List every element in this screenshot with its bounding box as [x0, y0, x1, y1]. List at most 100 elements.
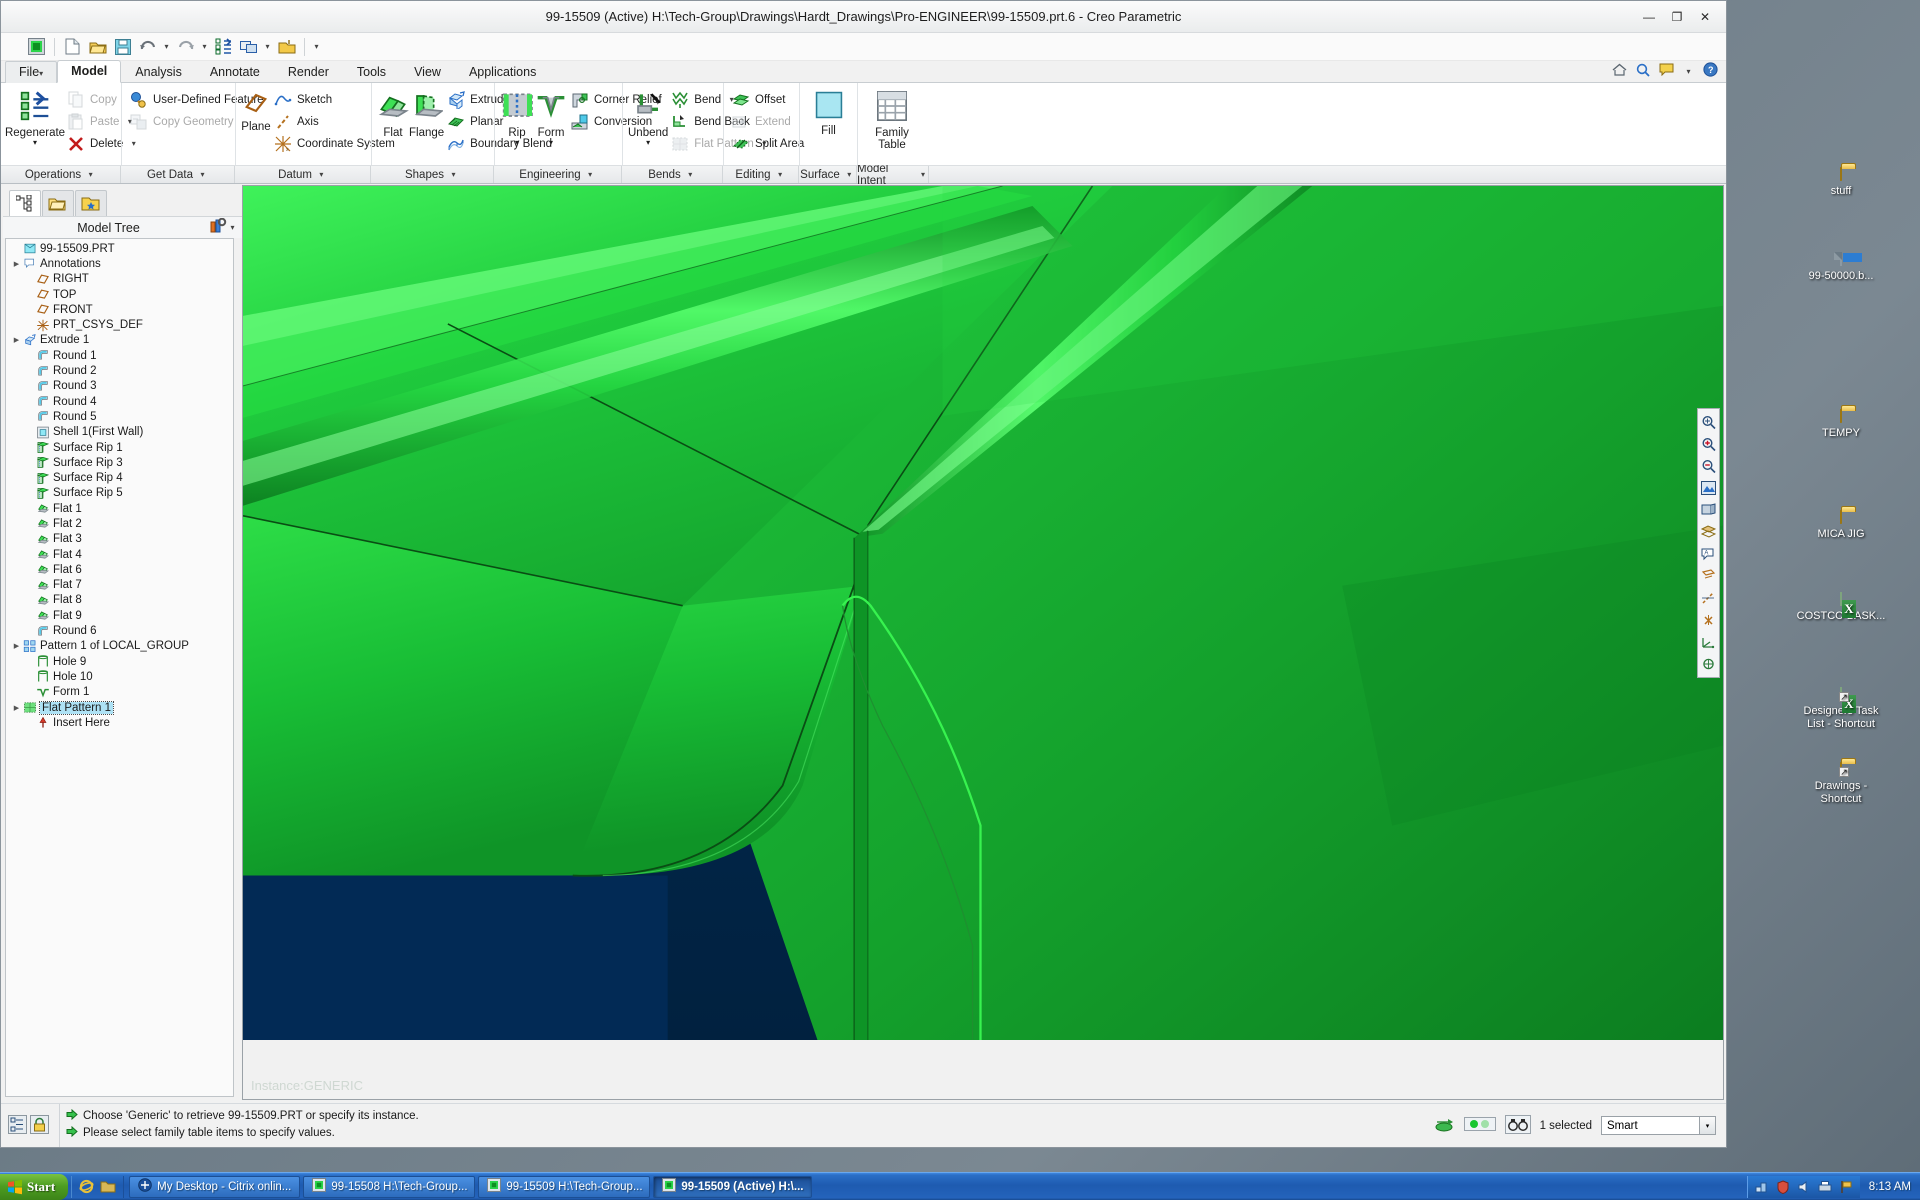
tree-node[interactable]: Shell 1(First Wall)	[8, 425, 233, 440]
start-button[interactable]: Start	[0, 1173, 69, 1200]
family-table-button[interactable]: Family Table	[863, 86, 921, 165]
tree-node[interactable]: Insert Here	[8, 715, 233, 730]
chevron-down-icon[interactable]: ▾	[448, 170, 459, 179]
expand-arrow-icon[interactable]: ▶	[10, 260, 23, 268]
tree-node[interactable]: Flat 7	[8, 578, 233, 593]
desktop-icon[interactable]: 99-50000.b...	[1795, 252, 1887, 283]
tab-file[interactable]: File▾	[5, 61, 58, 83]
group-label-editing[interactable]: Editing ▾	[723, 166, 799, 183]
model-tree-list[interactable]: 99-15509.PRT ▶ Annotations RIGHT TOP FRONT PRT…	[5, 238, 234, 1097]
chevron-down-icon[interactable]: ▾	[585, 170, 596, 179]
tree-node[interactable]: Flat 9	[8, 608, 233, 623]
minimize-button[interactable]: —	[1636, 7, 1662, 27]
chevron-down-icon[interactable]: ▾	[85, 170, 96, 179]
binoculars-icon[interactable]	[1504, 1114, 1531, 1137]
regenerate-icon[interactable]	[212, 36, 235, 58]
csys-display-icon[interactable]	[1698, 631, 1719, 653]
point-display-icon[interactable]	[1698, 609, 1719, 631]
redo-icon[interactable]	[174, 36, 197, 58]
plane-display-icon[interactable]	[1698, 565, 1719, 587]
tree-node[interactable]: ▶ Annotations	[8, 256, 233, 271]
tree-node[interactable]: Round 6	[8, 623, 233, 638]
model-tree-tab[interactable]	[9, 190, 41, 216]
fill-button[interactable]: Fill	[805, 86, 852, 165]
taskbar-item[interactable]: My Desktop - Citrix onlin...	[129, 1175, 301, 1198]
chevron-down-icon[interactable]: ▾	[775, 170, 786, 179]
tree-node[interactable]: Flat 2	[8, 516, 233, 531]
plane-button[interactable]: Plane	[241, 86, 271, 165]
chevron-down-icon[interactable]: ▾	[311, 42, 322, 51]
tab-analysis[interactable]: Analysis	[121, 61, 196, 83]
network-icon[interactable]	[1755, 1180, 1769, 1194]
chevron-down-icon[interactable]: ▾	[844, 170, 855, 179]
taskbar-item[interactable]: 99-15508 H:\Tech-Group...	[303, 1175, 476, 1198]
tree-node[interactable]: Surface Rip 4	[8, 470, 233, 485]
taskbar-item[interactable]: 99-15509 H:\Tech-Group...	[478, 1175, 651, 1198]
tab-tools[interactable]: Tools	[343, 61, 400, 83]
tree-node[interactable]: Flat 4	[8, 547, 233, 562]
taskbar-item[interactable]: 99-15509 (Active) H:\...	[653, 1175, 813, 1198]
tree-node[interactable]: Round 3	[8, 379, 233, 394]
close-window-icon[interactable]	[275, 36, 298, 58]
repaint-icon[interactable]	[1698, 477, 1719, 499]
tree-node[interactable]: Surface Rip 1	[8, 440, 233, 455]
chevron-down-icon[interactable]: ▾	[918, 170, 928, 179]
help-icon[interactable]: ?	[1703, 62, 1718, 80]
desktop-icon[interactable]: MICA JIG	[1795, 510, 1887, 541]
refit-icon[interactable]	[1698, 411, 1719, 433]
desktop-icon[interactable]: ↗ Drawings - Shortcut	[1795, 762, 1887, 806]
group-label-datum[interactable]: Datum ▾	[235, 166, 371, 183]
tree-node[interactable]: Flat 6	[8, 562, 233, 577]
group-label-shapes[interactable]: Shapes ▾	[371, 166, 494, 183]
tree-node[interactable]: FRONT	[8, 302, 233, 317]
tree-settings-icon[interactable]	[210, 217, 227, 237]
datum-display-icon[interactable]	[1698, 521, 1719, 543]
chevron-down-icon[interactable]: ▾	[1683, 67, 1694, 76]
expand-arrow-icon[interactable]: ▶	[10, 704, 23, 712]
group-label-model-intent[interactable]: Model Intent ▾	[857, 163, 929, 187]
folder-browser-tab[interactable]	[42, 190, 74, 216]
chevron-down-icon[interactable]: ▾	[1699, 1117, 1715, 1134]
chevron-down-icon[interactable]: ▾	[685, 170, 696, 179]
tree-node[interactable]: 99-15509.PRT	[8, 241, 233, 256]
spin-center-icon[interactable]	[1698, 653, 1719, 675]
axis-display-icon[interactable]	[1698, 587, 1719, 609]
internet-explorer-icon[interactable]	[79, 1179, 94, 1194]
tree-node[interactable]: ▶ Pattern 1 of LOCAL_GROUP	[8, 639, 233, 654]
chevron-down-icon[interactable]: ▾	[515, 139, 519, 147]
volume-icon[interactable]	[1797, 1180, 1811, 1194]
tab-view[interactable]: View	[400, 61, 455, 83]
rip-button[interactable]: Rip ▾	[500, 86, 534, 165]
tree-node[interactable]: Surface Rip 5	[8, 486, 233, 501]
open-icon[interactable]	[86, 36, 109, 58]
expand-arrow-icon[interactable]: ▶	[10, 642, 23, 650]
group-label-operations[interactable]: Operations ▾	[1, 166, 121, 183]
group-label-get-data[interactable]: Get Data ▾	[121, 166, 235, 183]
close-button[interactable]: ✕	[1692, 7, 1718, 27]
shield-icon[interactable]	[1776, 1179, 1790, 1194]
flat-button[interactable]: Flat	[377, 86, 409, 165]
tree-node[interactable]: Flat 8	[8, 593, 233, 608]
save-icon[interactable]	[111, 36, 134, 58]
chevron-down-icon[interactable]: ▾	[646, 139, 650, 147]
unbend-button[interactable]: Unbend ▾	[628, 86, 668, 165]
desktop-icon[interactable]: TEMPY	[1795, 409, 1887, 440]
undo-caret-icon[interactable]: ▾	[161, 42, 172, 51]
undo-icon[interactable]	[136, 36, 159, 58]
regenerate-button[interactable]: Regenerate ▾	[5, 86, 65, 165]
form-button[interactable]: Form ▾	[534, 86, 568, 165]
search-icon[interactable]	[1636, 63, 1650, 80]
chevron-down-icon[interactable]: ▾	[33, 139, 37, 147]
printer-icon[interactable]	[1818, 1180, 1832, 1194]
tree-node[interactable]: Hole 10	[8, 669, 233, 684]
message-icon[interactable]	[1659, 63, 1674, 79]
home-icon[interactable]	[1612, 63, 1627, 79]
lock-icon[interactable]	[30, 1114, 49, 1137]
tree-node[interactable]: Round 5	[8, 409, 233, 424]
desktop-icon[interactable]: stuff	[1795, 167, 1887, 198]
window-caret-icon[interactable]: ▾	[262, 42, 273, 51]
tree-settings-caret-icon[interactable]: ▾	[227, 223, 238, 232]
group-label-engineering[interactable]: Engineering ▾	[494, 166, 622, 183]
tree-node[interactable]: Surface Rip 3	[8, 455, 233, 470]
chevron-down-icon[interactable]: ▾	[316, 170, 327, 179]
